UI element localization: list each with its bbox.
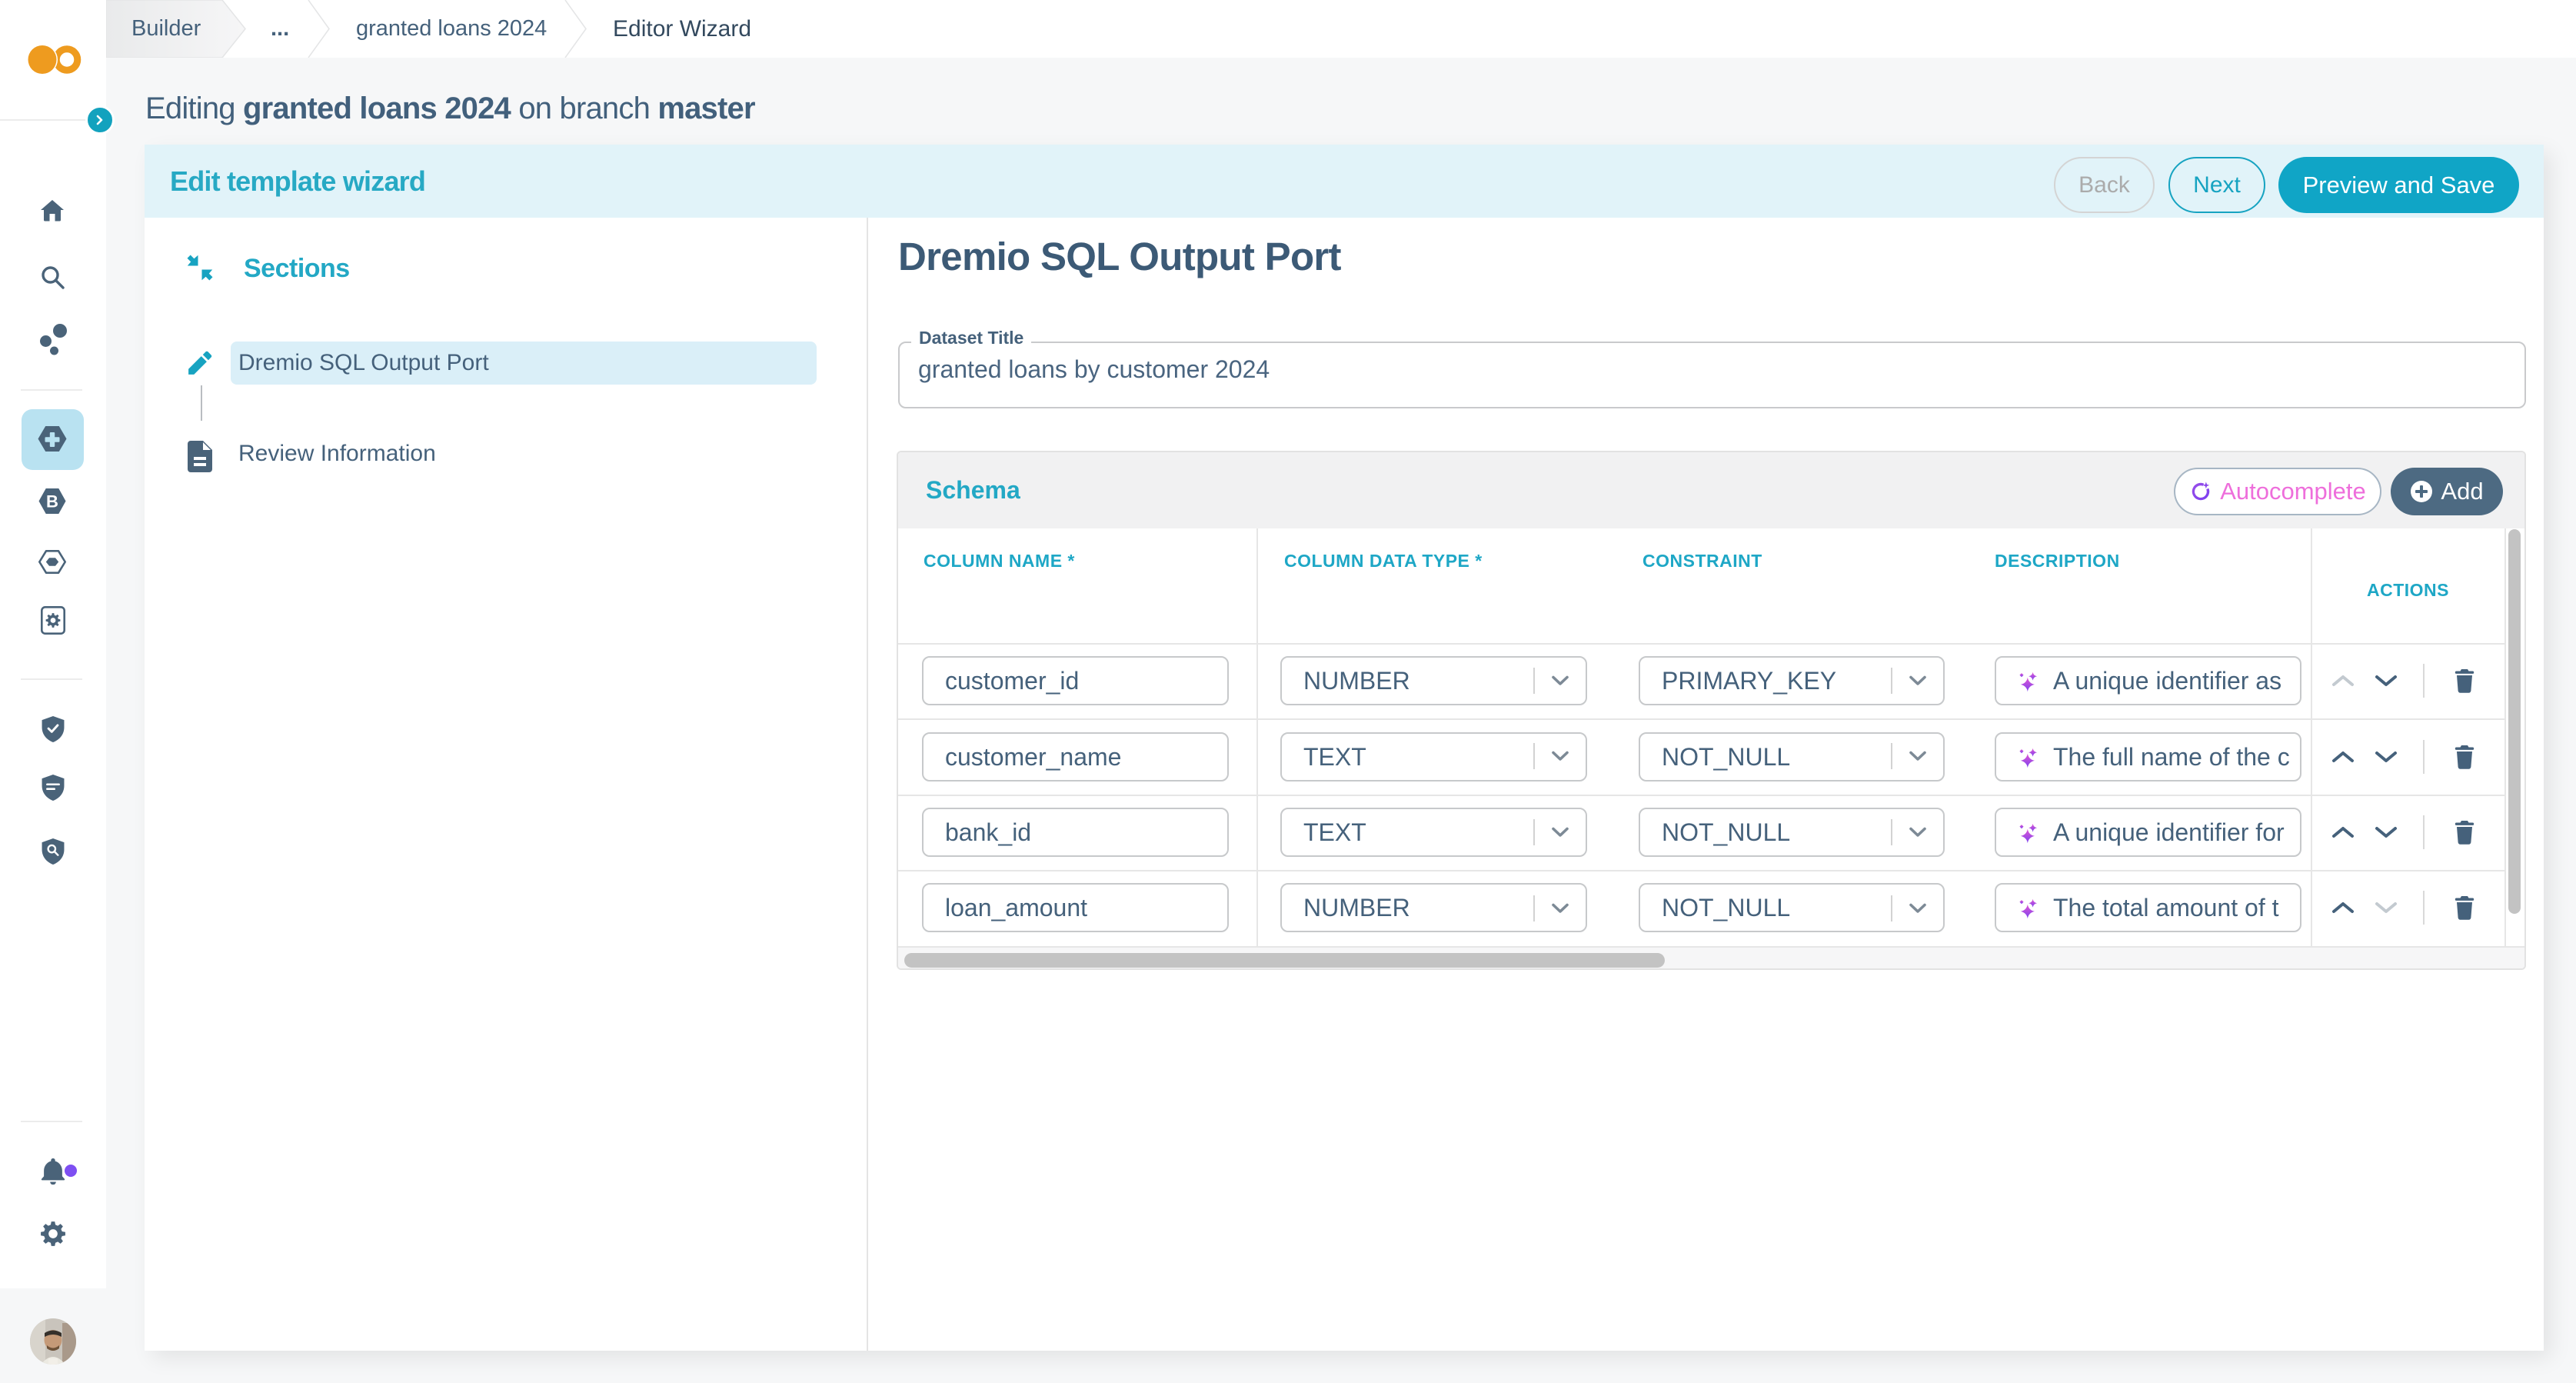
svg-text:B: B bbox=[46, 492, 58, 512]
